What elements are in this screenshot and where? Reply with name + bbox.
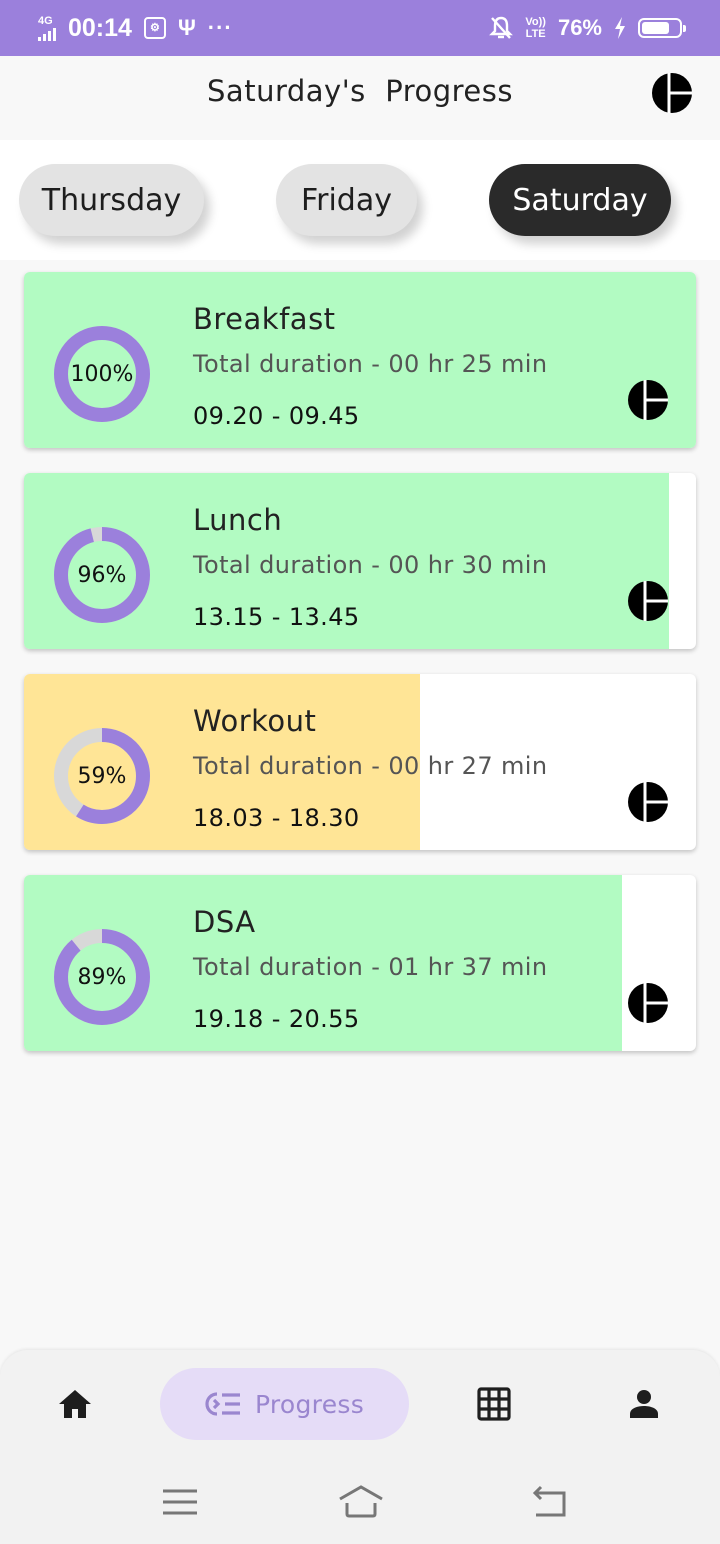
more-dots-icon: ···	[207, 15, 233, 40]
page-title: Saturday's Progress	[207, 74, 513, 108]
charging-icon	[615, 17, 625, 39]
progress-percent: 100%	[70, 361, 134, 387]
nav-home[interactable]	[40, 1368, 110, 1440]
tab-thursday[interactable]: Thursday	[19, 164, 204, 236]
activity-title: DSA	[193, 905, 256, 939]
progress-percent: 96%	[77, 562, 127, 588]
nav-grid[interactable]	[459, 1368, 529, 1440]
activity-duration: Total duration - 00 hr 25 min	[193, 350, 548, 378]
tab-friday[interactable]: Friday	[276, 164, 417, 236]
nav-progress-label: Progress	[254, 1389, 365, 1419]
progress-percent: 59%	[77, 763, 127, 789]
activity-logo-icon[interactable]	[627, 580, 669, 622]
nav-progress[interactable]: Progress	[160, 1368, 409, 1440]
nav-profile[interactable]	[609, 1368, 679, 1440]
network-type: 4G	[38, 14, 53, 27]
activity-duration: Total duration - 00 hr 30 min	[193, 551, 548, 579]
app-header: Saturday's Progress	[0, 56, 720, 140]
battery-percent: 76%	[557, 15, 602, 40]
system-navigation	[0, 1470, 720, 1534]
app-logo-icon[interactable]	[651, 72, 693, 114]
progress-ring: 96%	[53, 526, 151, 624]
home-icon	[59, 1390, 91, 1418]
progress-ring: 89%	[53, 928, 151, 1026]
tab-saturday[interactable]: Saturday	[489, 164, 671, 236]
battery-fill	[642, 22, 670, 34]
status-bar: 4G 00:14 ⚙ Ψ ··· Vo)) LTE 76%	[0, 0, 720, 56]
profile-icon	[630, 1390, 658, 1418]
activity-time-range: 19.18 - 20.55	[193, 1005, 360, 1033]
progress-ring: 100%	[53, 325, 151, 423]
usb-icon: Ψ	[177, 15, 196, 40]
activity-duration: Total duration - 00 hr 27 min	[193, 752, 548, 780]
activity-time-range: 09.20 - 09.45	[193, 402, 360, 430]
mute-icon	[489, 16, 514, 39]
activity-card-dsa[interactable]: 89% DSA Total duration - 01 hr 37 min 19…	[24, 875, 696, 1051]
progress-percent: 89%	[77, 964, 127, 990]
activity-title: Breakfast	[193, 302, 336, 336]
progress-icon	[205, 1392, 240, 1416]
back-icon[interactable]	[530, 1482, 570, 1522]
activity-title: Workout	[193, 704, 317, 738]
activity-title: Lunch	[193, 503, 283, 537]
activity-logo-icon[interactable]	[627, 379, 669, 421]
activity-time-range: 18.03 - 18.30	[193, 804, 360, 832]
volte-label: Vo))	[525, 16, 546, 28]
activity-card-breakfast[interactable]: 100% Breakfast Total duration - 00 hr 25…	[24, 272, 696, 448]
activity-logo-icon[interactable]	[627, 982, 669, 1024]
day-selector: Thursday Friday Saturday	[0, 140, 720, 260]
home-outline-icon[interactable]	[338, 1482, 384, 1522]
activity-time-range: 13.15 - 13.45	[193, 603, 360, 631]
volte-icon: Vo)) LTE	[525, 16, 546, 40]
lte-label: LTE	[525, 28, 546, 40]
status-right: Vo)) LTE 76%	[489, 15, 686, 41]
usb-debug-icon: ⚙	[143, 17, 166, 39]
activity-duration: Total duration - 01 hr 37 min	[193, 953, 548, 981]
signal-icon: 4G	[38, 14, 56, 41]
activity-card-lunch[interactable]: 96% Lunch Total duration - 00 hr 30 min …	[24, 473, 696, 649]
menu-icon[interactable]	[160, 1482, 200, 1522]
grid-icon	[477, 1387, 511, 1421]
bottom-navigation: Progress	[0, 1350, 720, 1544]
activity-card-workout[interactable]: 59% Workout Total duration - 00 hr 27 mi…	[24, 674, 696, 850]
battery-icon	[638, 18, 686, 38]
clock: 00:14	[68, 13, 132, 42]
progress-ring: 59%	[53, 727, 151, 825]
activity-logo-icon[interactable]	[627, 781, 669, 823]
status-left: 4G 00:14 ⚙ Ψ ···	[38, 14, 233, 43]
